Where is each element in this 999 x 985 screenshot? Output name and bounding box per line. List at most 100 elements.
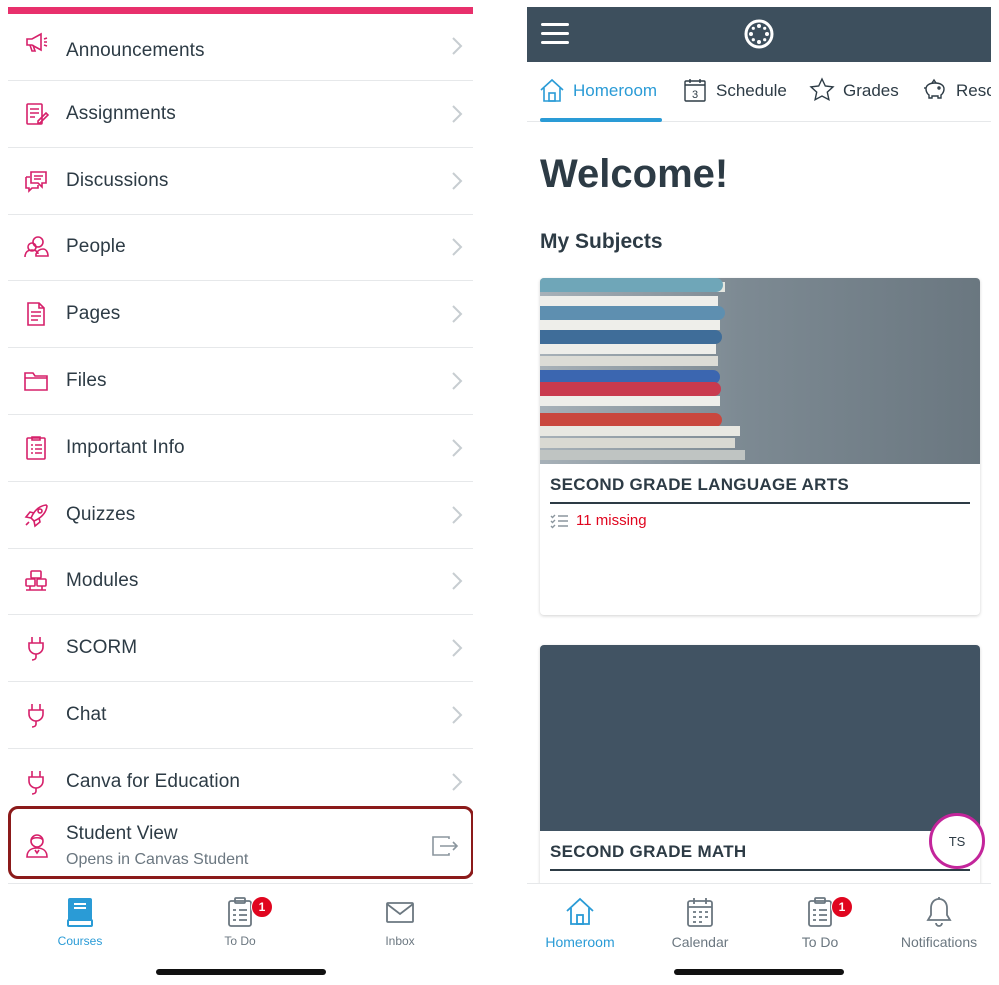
chevron-right-icon (451, 705, 463, 725)
folder-icon (22, 367, 50, 395)
menu-item-chat[interactable]: Chat (8, 682, 473, 749)
tab-to-do-bottom-label: To Do (801, 934, 839, 950)
student-view-subtitle: Opens in Canvas Student (66, 851, 249, 868)
books-image (540, 278, 980, 464)
menu-label: Chat (66, 704, 107, 726)
avatar[interactable]: TS (929, 813, 985, 869)
menu-label: Files (66, 370, 107, 392)
calendar-day-number: 3 (692, 89, 698, 101)
card-title: SECOND GRADE LANGUAGE ARTS (550, 475, 850, 494)
plug-icon (22, 701, 50, 729)
active-tab-indicator (540, 118, 662, 122)
chevron-right-icon (451, 505, 463, 525)
people-icon (22, 233, 50, 261)
menu-label: Canva for Education (66, 770, 241, 792)
tab-calendar[interactable]: Calendar (640, 896, 760, 950)
menu-item-announcements[interactable]: Announcements (8, 14, 473, 81)
house-icon (540, 78, 564, 102)
modules-icon (22, 567, 50, 595)
envelope-icon (385, 896, 415, 928)
bottom-tab-bar: Homeroom Calendar To Do 1 Notifications (527, 883, 991, 983)
bottom-tab-bar: Courses To Do 1 Inbox (8, 883, 473, 983)
menu-label: Pages (66, 303, 121, 325)
page-icon (22, 300, 50, 328)
menu-item-discussions[interactable]: Discussions (8, 147, 473, 215)
chevron-right-icon (451, 237, 463, 257)
missing-count: 11 missing (576, 512, 647, 529)
tab-to-do-label: To Do (224, 934, 256, 948)
clipboard-icon (225, 896, 255, 928)
chevron-right-icon (451, 104, 463, 124)
rocket-icon (22, 501, 50, 529)
tab-homeroom-bottom[interactable]: Homeroom (527, 896, 640, 950)
card-title: SECOND GRADE MATH (550, 842, 747, 861)
menu-item-assignments[interactable]: Assignments (8, 81, 473, 148)
tab-inbox-label: Inbox (385, 934, 415, 948)
syllabus-icon (22, 434, 50, 462)
tab-schedule[interactable]: 3 Schedule (682, 76, 787, 122)
home-indicator (674, 969, 844, 975)
book-icon (65, 896, 95, 928)
discussion-icon (22, 167, 50, 195)
menu-label: SCORM (66, 637, 138, 659)
course-menu-screen: Announcements Assignments Discussions Pe… (8, 7, 473, 983)
chevron-right-icon (451, 638, 463, 658)
piggy-bank-icon (924, 78, 945, 99)
chevron-right-icon (451, 772, 463, 792)
to-do-badge: 1 (251, 896, 273, 918)
checklist-icon (550, 514, 568, 528)
assignment-icon (22, 100, 50, 128)
menu-item-quizzes[interactable]: Quizzes (8, 481, 473, 549)
menu-item-people[interactable]: People (8, 214, 473, 282)
missing-status[interactable]: 11 missing (550, 512, 647, 529)
tab-to-do-bottom[interactable]: To Do (760, 896, 880, 950)
home-indicator (156, 969, 326, 975)
tab-homeroom[interactable]: Homeroom (539, 76, 657, 122)
page-title: Welcome! (540, 152, 729, 196)
calendar-icon (685, 896, 715, 928)
house-icon (565, 896, 595, 928)
student-view-button[interactable]: Student View Opens in Canvas Student (8, 806, 473, 879)
open-external-icon (431, 835, 459, 857)
menu-item-pages[interactable]: Pages (8, 281, 473, 349)
course-navigation-list: Announcements Assignments Discussions Pe… (8, 14, 473, 816)
tab-to-do[interactable]: To Do (180, 896, 300, 948)
tab-grades[interactable]: Grades (809, 76, 899, 122)
menu-label: People (66, 236, 126, 258)
menu-label: Assignments (66, 102, 176, 124)
chevron-right-icon (451, 36, 463, 56)
menu-item-important-info[interactable]: Important Info (8, 414, 473, 482)
menu-label: Quizzes (66, 503, 136, 525)
plug-icon (22, 634, 50, 662)
chevron-right-icon (451, 571, 463, 591)
hamburger-menu-icon[interactable] (541, 23, 569, 45)
tab-notifications[interactable]: Notifications (879, 896, 991, 950)
menu-label: Announcements (66, 40, 205, 61)
student-icon (23, 831, 51, 859)
plug-icon (22, 768, 50, 796)
tab-inbox[interactable]: Inbox (340, 896, 460, 948)
chevron-right-icon (451, 438, 463, 458)
subject-card-language-arts[interactable]: SECOND GRADE LANGUAGE ARTS 11 missing (540, 278, 980, 615)
chevron-right-icon (451, 304, 463, 324)
menu-label: Discussions (66, 169, 169, 191)
subject-card-math[interactable]: SECOND GRADE MATH (540, 645, 980, 905)
card-divider (550, 869, 970, 871)
tab-resources[interactable]: Reso (922, 76, 991, 122)
tab-courses[interactable]: Courses (20, 896, 140, 948)
bell-icon (924, 896, 954, 928)
calendar-day-icon: 3 (684, 79, 706, 102)
tab-grades-label: Grades (843, 81, 899, 100)
tab-schedule-label: Schedule (716, 81, 787, 100)
tab-resources-label: Reso (956, 81, 991, 100)
menu-item-scorm[interactable]: SCORM (8, 615, 473, 683)
menu-label: Important Info (66, 436, 185, 458)
menu-item-modules[interactable]: Modules (8, 548, 473, 616)
homeroom-tabs: Homeroom 3 Schedule Grades Reso (527, 62, 991, 122)
tab-calendar-label: Calendar (671, 934, 729, 950)
section-heading: My Subjects (540, 230, 663, 253)
clipboard-icon (805, 896, 835, 928)
tab-homeroom-bottom-label: Homeroom (545, 934, 615, 950)
menu-item-files[interactable]: Files (8, 348, 473, 415)
tab-courses-label: Courses (57, 934, 103, 948)
